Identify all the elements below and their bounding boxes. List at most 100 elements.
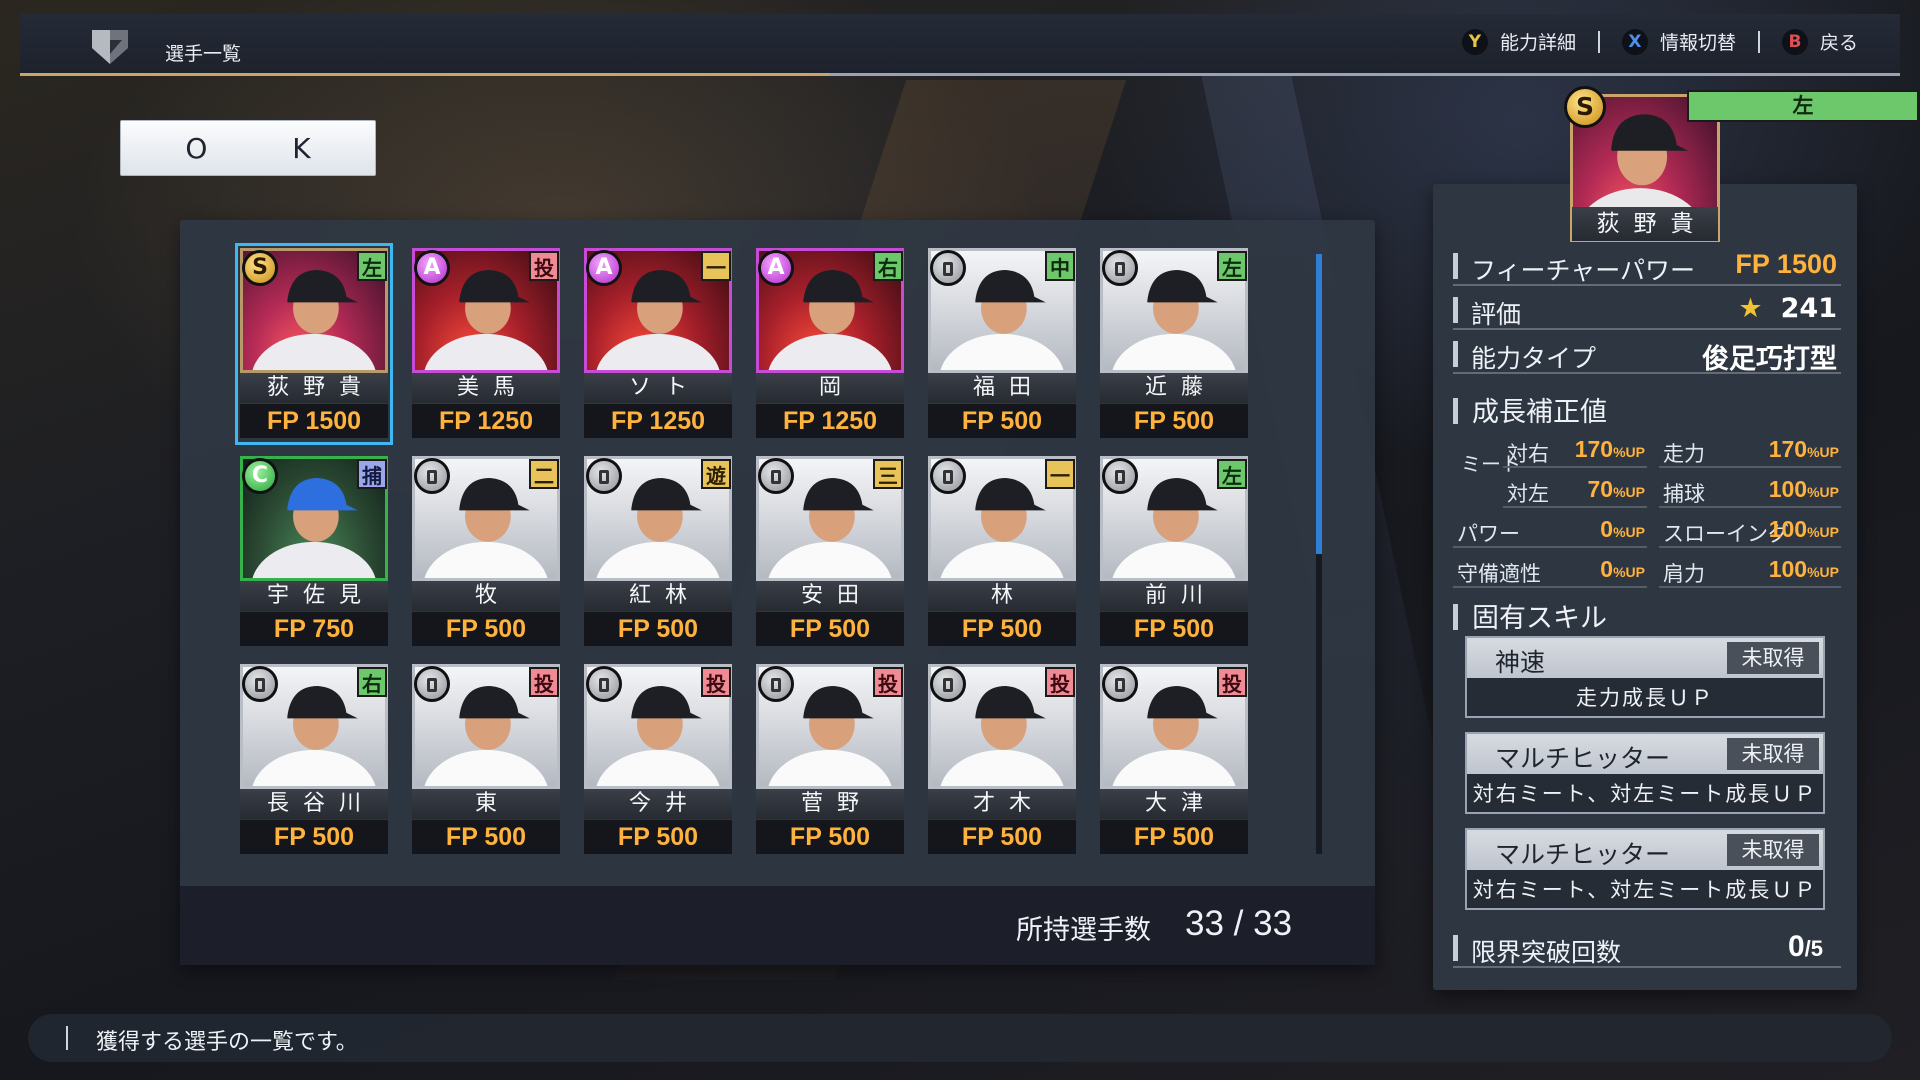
player-card[interactable]: S 左荻野貴 FP 1500 bbox=[235, 243, 393, 445]
skill-name: マルチヒッター bbox=[1495, 840, 1671, 869]
growth-stat: スローイング 100%UP bbox=[1659, 512, 1841, 548]
player-fp: FP 500 bbox=[584, 820, 732, 854]
hint-back[interactable]: B 戻る bbox=[1781, 28, 1858, 55]
growth-stat: 対右 170%UP bbox=[1503, 432, 1647, 468]
player-name: 東 bbox=[412, 789, 560, 819]
growth-stat-label: パワー bbox=[1457, 522, 1520, 546]
rank-badge bbox=[1102, 666, 1138, 702]
position-tag: 一 bbox=[701, 251, 731, 281]
skill-header: マルチヒッター 未取得 bbox=[1467, 830, 1823, 870]
rank-badge bbox=[586, 458, 622, 494]
hint-ability-detail[interactable]: Y 能力詳細 bbox=[1461, 28, 1576, 55]
player-name: 才木 bbox=[928, 789, 1076, 819]
player-card[interactable]: 右長谷川 FP 500 bbox=[240, 664, 388, 856]
hint-info-toggle[interactable]: X 情報切替 bbox=[1621, 28, 1736, 55]
y-button-icon: Y bbox=[1461, 28, 1488, 55]
rank-badge bbox=[758, 458, 794, 494]
player-card[interactable]: 中福田 FP 500 bbox=[928, 248, 1076, 440]
rating-label: 評価 bbox=[1471, 300, 1522, 329]
skill-description: 対右ミート、対左ミート成長ＵＰ bbox=[1472, 878, 1818, 902]
player-card[interactable]: 左前川 FP 500 bbox=[1100, 456, 1248, 648]
rank-badge bbox=[930, 666, 966, 702]
roster-footer: 所持選手数 33 / 33 bbox=[180, 886, 1375, 965]
skills-heading: 固有スキル bbox=[1453, 596, 1607, 635]
rank-badge bbox=[1102, 458, 1138, 494]
divider bbox=[1597, 30, 1600, 53]
player-fp: FP 500 bbox=[928, 612, 1076, 646]
player-card[interactable]: A 投美馬 FP 1250 bbox=[412, 248, 560, 440]
screen-title: 選手一覧 bbox=[165, 43, 242, 65]
player-card[interactable]: 三安田 FP 500 bbox=[756, 456, 904, 648]
selected-position-tag: 左 bbox=[1687, 90, 1919, 122]
player-card[interactable]: A 一ソト FP 1250 bbox=[584, 248, 732, 440]
game-logo-icon bbox=[92, 30, 128, 64]
player-name: 岡 bbox=[756, 373, 904, 403]
growth-stat-value: 100%UP bbox=[1768, 516, 1839, 542]
selected-rank-badge: S bbox=[1564, 86, 1606, 128]
player-fp: FP 1500 bbox=[240, 404, 388, 438]
player-name: 牧 bbox=[412, 581, 560, 611]
limit-break-max: /5 bbox=[1804, 936, 1823, 961]
ability-type-value: 俊足巧打型 bbox=[1702, 344, 1837, 375]
growth-stat-value: 70%UP bbox=[1587, 476, 1646, 502]
player-card[interactable]: 遊紅林 FP 500 bbox=[584, 456, 732, 648]
help-bar: 獲得する選手の一覧です。 bbox=[28, 1014, 1892, 1062]
position-tag: 投 bbox=[701, 667, 731, 697]
divider bbox=[1757, 30, 1760, 53]
player-card[interactable]: 投才木 FP 500 bbox=[928, 664, 1076, 856]
player-name: 前川 bbox=[1100, 581, 1248, 611]
top-bar-accent-line bbox=[20, 73, 830, 76]
growth-stat: 走力 170%UP bbox=[1659, 432, 1841, 468]
rank-badge bbox=[930, 250, 966, 286]
player-card[interactable]: 投今井 FP 500 bbox=[584, 664, 732, 856]
x-button-icon: X bbox=[1621, 28, 1648, 55]
player-card[interactable]: 二牧 FP 500 bbox=[412, 456, 560, 648]
growth-stat-value: 100%UP bbox=[1768, 476, 1839, 502]
player-name: 菅野 bbox=[756, 789, 904, 819]
feature-power-row: フィーチャーパワー FP 1500 bbox=[1453, 246, 1841, 286]
growth-stat-value: 170%UP bbox=[1574, 436, 1645, 462]
player-card[interactable]: 左近藤 FP 500 bbox=[1100, 248, 1248, 440]
position-tag: 投 bbox=[873, 667, 903, 697]
skill-status-badge: 未取得 bbox=[1727, 738, 1819, 770]
player-name: 荻野貴 bbox=[240, 373, 388, 403]
growth-stat-value: 100%UP bbox=[1768, 556, 1839, 582]
player-card[interactable]: 投東 FP 500 bbox=[412, 664, 560, 856]
owned-players-label: 所持選手数 bbox=[1016, 915, 1151, 946]
player-card[interactable]: 投菅野 FP 500 bbox=[756, 664, 904, 856]
player-name: 紅林 bbox=[584, 581, 732, 611]
hint-label: 情報切替 bbox=[1659, 32, 1736, 54]
position-tag: 中 bbox=[1045, 251, 1075, 281]
roster-scrollbar-thumb[interactable] bbox=[1316, 254, 1322, 554]
roster-panel: S 左荻野貴 FP 1500 A 投美馬 FP 1250 A 一ソト FP 1250 A 右岡 FP … bbox=[180, 220, 1375, 965]
growth-stat: 対左 70%UP bbox=[1503, 472, 1647, 508]
skill-description: 対右ミート、対左ミート成長ＵＰ bbox=[1472, 782, 1818, 806]
player-card[interactable]: C 捕宇佐見 FP 750 bbox=[240, 456, 388, 648]
growth-stat-value: 170%UP bbox=[1768, 436, 1839, 462]
player-card[interactable]: 一林 FP 500 bbox=[928, 456, 1076, 648]
growth-heading-text: 成長補正値 bbox=[1472, 397, 1607, 428]
player-card[interactable]: 投大津 FP 500 bbox=[1100, 664, 1248, 856]
ability-type-label: 能力タイプ bbox=[1471, 344, 1597, 373]
rank-badge bbox=[586, 666, 622, 702]
rating-row: 評価 ★ 241 bbox=[1453, 290, 1841, 330]
position-tag: 左 bbox=[1217, 251, 1247, 281]
player-card[interactable]: A 右岡 FP 1250 bbox=[756, 248, 904, 440]
b-button-icon: B bbox=[1781, 28, 1808, 55]
player-name: 美馬 bbox=[412, 373, 560, 403]
rank-badge: S bbox=[242, 250, 278, 286]
position-tag: 投 bbox=[1217, 667, 1247, 697]
rank-badge bbox=[414, 666, 450, 702]
owned-players-count: 33 / 33 bbox=[1185, 904, 1293, 943]
player-fp: FP 500 bbox=[1100, 820, 1248, 854]
feature-power-value: FP 1500 bbox=[1735, 249, 1837, 279]
skill-header: 神速 未取得 bbox=[1467, 638, 1823, 678]
limit-break-label: 限界突破回数 bbox=[1471, 938, 1622, 967]
player-name: 宇佐見 bbox=[240, 581, 388, 611]
skill-status-badge: 未取得 bbox=[1727, 642, 1819, 674]
player-fp: FP 500 bbox=[412, 820, 560, 854]
rank-badge: C bbox=[242, 458, 278, 494]
player-name: 近藤 bbox=[1100, 373, 1248, 403]
selected-player-name: 荻野貴 bbox=[1572, 207, 1718, 241]
ok-button[interactable]: O K bbox=[120, 120, 376, 176]
